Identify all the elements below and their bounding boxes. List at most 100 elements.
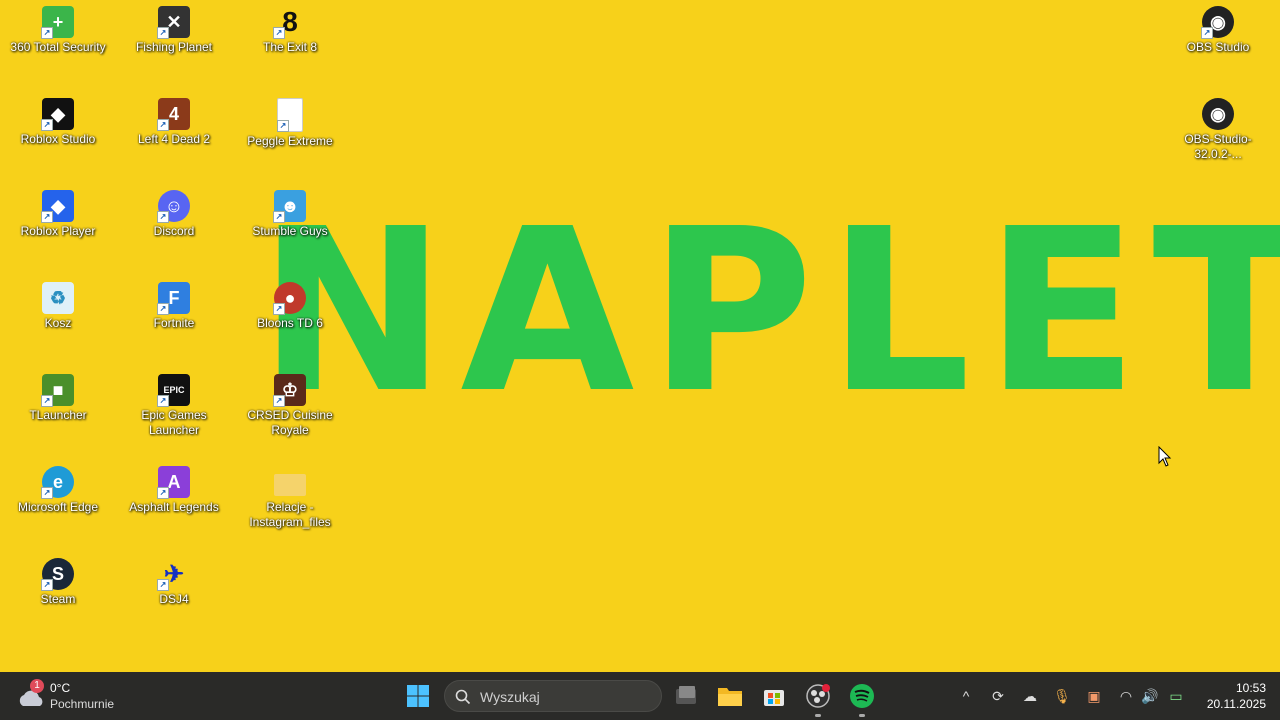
- blank-file-icon: ↗: [277, 98, 303, 132]
- running-indicator: [815, 714, 821, 717]
- desktop-icon-fishing-planet[interactable]: ✕ ↗ Fishing Planet: [118, 0, 230, 90]
- desktop-icon-crsed-cuisine-royale[interactable]: ♔ ↗ CRSED Cuisine Royale: [234, 368, 346, 458]
- folder-icon: [718, 688, 742, 706]
- microphone-icon[interactable]: 🎙: [1052, 686, 1072, 706]
- recycle-bin-icon: ♻: [42, 282, 74, 314]
- desktop-icon-label: Left 4 Dead 2: [137, 132, 211, 146]
- clock-date: 20.11.2025: [1206, 697, 1266, 711]
- search-icon: [455, 689, 471, 705]
- steam-icon: S ↗: [41, 558, 74, 591]
- obs-icon: ◉ ↗: [1201, 6, 1234, 39]
- obs-icon: [806, 684, 830, 708]
- desktop-icon-bloons-td-6[interactable]: ● ↗ Bloons TD 6: [234, 276, 346, 366]
- stumble-guys-icon: ☻ ↗: [273, 190, 306, 223]
- spotify-icon: [850, 684, 874, 708]
- desktop-icon-asphalt-legends[interactable]: A ↗ Asphalt Legends: [118, 460, 230, 550]
- desktop-icon-discord[interactable]: ☺ ↗ Discord: [118, 184, 230, 274]
- desktop-icon-steam[interactable]: S ↗ Steam: [2, 552, 114, 642]
- discord-icon: ☺ ↗: [157, 190, 190, 223]
- taskbar: 1 0°C Pochmurnie Wyszukaj ^ ⟳ ☁ 🎙 ▣ ◠ 🔊 …: [0, 672, 1280, 720]
- obs-installer-icon: ◉: [1202, 98, 1234, 130]
- store-icon: [764, 690, 784, 706]
- weather-condition: Pochmurnie: [50, 697, 115, 711]
- crsed-icon: ♔ ↗: [273, 374, 306, 407]
- desktop-icon-stumble-guys[interactable]: ☻ ↗ Stumble Guys: [234, 184, 346, 274]
- desktop-icon-obs-studio[interactable]: ◉ ↗ OBS Studio: [1162, 0, 1274, 90]
- desktop-icon-label: OBS Studio: [1186, 40, 1250, 54]
- mouse-cursor-icon: [1158, 446, 1172, 467]
- dsj4-icon: ✈ ↗: [157, 558, 190, 591]
- volume-icon[interactable]: 🔊: [1140, 686, 1160, 706]
- microsoft-store-button[interactable]: [758, 680, 790, 712]
- desktop-icon-fortnite[interactable]: F ↗ Fortnite: [118, 276, 230, 366]
- search-box[interactable]: Wyszukaj: [444, 680, 662, 712]
- desktop-icon-label: Epic Games Launcher: [141, 408, 207, 437]
- desktop-icon-label: The Exit 8: [262, 40, 318, 54]
- bloons-icon: ● ↗: [273, 282, 306, 315]
- start-button[interactable]: [402, 680, 434, 712]
- left4dead-icon: 4 ↗: [157, 98, 190, 131]
- roblox-studio-icon: ◆ ↗: [41, 98, 74, 131]
- desktop-icon-label: TLauncher: [29, 408, 87, 422]
- sync-icon[interactable]: ⟳: [988, 686, 1008, 706]
- desktop-icon-relacje-instagram-files[interactable]: Relacje - Instagram_files: [234, 460, 346, 550]
- desktop-icon-label: DSJ4: [159, 592, 189, 606]
- desktop-icon-label: Stumble Guys: [252, 224, 328, 238]
- desktop-icon-label: Roblox Player: [20, 224, 96, 238]
- task-view-button[interactable]: [670, 680, 702, 712]
- desktop-icon-label: Roblox Studio: [20, 132, 96, 146]
- desktop-icon-label: Discord: [153, 224, 195, 238]
- edge-icon: e ↗: [41, 466, 74, 499]
- onedrive-cloud-icon[interactable]: ☁: [1020, 686, 1040, 706]
- desktop-icon-microsoft-edge[interactable]: e ↗ Microsoft Edge: [2, 460, 114, 550]
- file-explorer-button[interactable]: [714, 680, 746, 712]
- desktop-icon-obs-installer[interactable]: ◉ OBS-Studio-32.0.2-...: [1162, 92, 1274, 182]
- desktop-icon-left-4-dead-2[interactable]: 4 ↗ Left 4 Dead 2: [118, 92, 230, 182]
- desktop-icon-label: Microsoft Edge: [17, 500, 99, 514]
- desktop-icon-roblox-studio[interactable]: ◆ ↗ Roblox Studio: [2, 92, 114, 182]
- desktop-icon-label: Peggle Extreme: [247, 134, 333, 148]
- clock[interactable]: 10:53 20.11.2025: [1196, 680, 1266, 712]
- running-indicator: [859, 714, 865, 717]
- wifi-icon[interactable]: ◠: [1116, 686, 1136, 706]
- shield-plus-icon: + ↗: [41, 6, 74, 39]
- clock-time: 10:53: [1235, 681, 1266, 695]
- wallpaper-text: NAPLET: [258, 181, 1280, 443]
- weather-temp: 0°C: [50, 681, 71, 695]
- windows-logo-icon: [407, 685, 429, 707]
- folder-icon: [274, 474, 306, 496]
- desktop-icon-dsj4[interactable]: ✈ ↗ DSJ4: [118, 552, 230, 642]
- desktop-icon-label: CRSED Cuisine Royale: [247, 408, 333, 437]
- desktop-icon-kosz[interactable]: ♻ Kosz: [2, 276, 114, 366]
- desktop-icon-label: 360 Total Security: [10, 40, 106, 54]
- show-hidden-icons-chevron-icon[interactable]: ^: [956, 686, 976, 706]
- desktop-icon-epic-games-launcher[interactable]: EPIC ↗ Epic Games Launcher: [118, 368, 230, 458]
- desktop-icon-label: Fishing Planet: [135, 40, 213, 54]
- spotify-button[interactable]: [846, 680, 878, 717]
- roblox-player-icon: ◆ ↗: [41, 190, 74, 223]
- desktop-icon-label: Asphalt Legends: [129, 500, 219, 514]
- asphalt-icon: A ↗: [157, 466, 190, 499]
- fishing-planet-icon: ✕ ↗: [157, 6, 190, 39]
- desktop-icon-tlauncher[interactable]: ■ ↗ TLauncher: [2, 368, 114, 458]
- task-view-icon: [676, 686, 696, 704]
- desktop-icon-the-exit-8[interactable]: 8 ↗ The Exit 8: [234, 0, 346, 90]
- obs-taskbar-button[interactable]: [802, 680, 834, 717]
- desktop-icon-label: Fortnite: [153, 316, 195, 330]
- desktop-icon-label: OBS-Studio-32.0.2-...: [1184, 132, 1252, 161]
- notification-badge: 1: [30, 679, 44, 693]
- epic-games-icon: EPIC ↗: [157, 374, 190, 407]
- search-placeholder: Wyszukaj: [480, 689, 540, 705]
- gpu-icon[interactable]: ▣: [1084, 686, 1104, 706]
- desktop-icon-label: Relacje - Instagram_files: [249, 500, 331, 529]
- battery-charging-icon[interactable]: ▭: [1166, 686, 1186, 706]
- desktop-icon-label: Kosz: [44, 316, 72, 330]
- desktop-icon-roblox-player[interactable]: ◆ ↗ Roblox Player: [2, 184, 114, 274]
- minecraft-block-icon: ■ ↗: [41, 374, 74, 407]
- desktop-icon-label: Steam: [40, 592, 76, 606]
- desktop-icon-360-total-security[interactable]: + ↗ 360 Total Security: [2, 0, 114, 90]
- desktop-icon-peggle-extreme[interactable]: ↗ Peggle Extreme: [234, 92, 346, 182]
- desktop-icon-label: Bloons TD 6: [257, 316, 323, 330]
- exit8-icon: 8 ↗: [273, 6, 306, 39]
- weather-widget[interactable]: 1 0°C Pochmurnie: [14, 678, 144, 714]
